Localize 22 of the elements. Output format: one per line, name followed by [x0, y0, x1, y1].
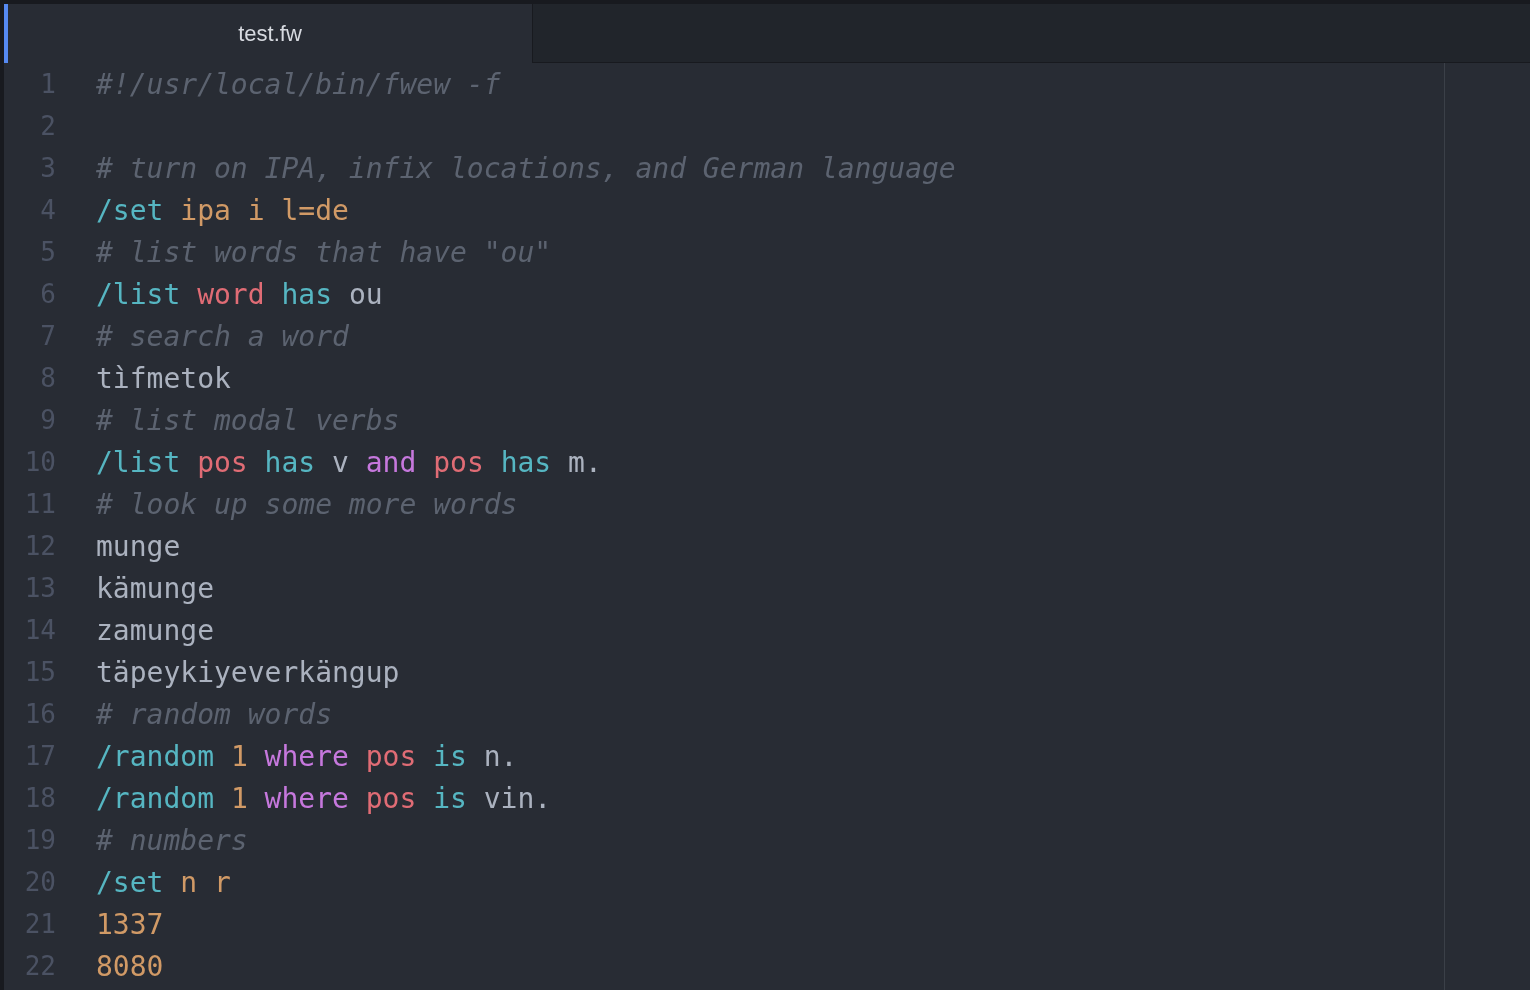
code-line: 8080: [96, 949, 164, 983]
code-comment: # random words: [96, 697, 332, 731]
code-line: 1337: [96, 907, 164, 941]
code-line: /list word has ou: [96, 277, 383, 311]
code-comment: # turn on IPA, infix locations, and German language: [96, 151, 956, 185]
code-comment: # list words that have "ou": [96, 235, 552, 269]
code-comment: # look up some more words: [96, 487, 518, 521]
code-line: /set ipa i l=de: [96, 193, 349, 227]
code-line: munge: [96, 529, 181, 563]
code-line: /random 1 where pos is n.: [96, 739, 518, 773]
code-line: kämunge: [96, 571, 214, 605]
code-line: /list pos has v and pos has m.: [96, 445, 602, 479]
code-line: zamunge: [96, 613, 214, 647]
code-line: /set n r: [96, 865, 231, 899]
code-comment: # numbers: [96, 823, 248, 857]
code-comment: #!/usr/local/bin/fwew -f: [96, 67, 501, 101]
code-line: täpeykiyeverkängup: [96, 655, 400, 689]
code-line: tìfmetok: [96, 361, 231, 395]
code-comment: # search a word: [96, 319, 349, 353]
code-comment: # list modal verbs: [96, 403, 400, 437]
file-tab[interactable]: test.fw: [4, 4, 533, 63]
code-line: /random 1 where pos is vin.: [96, 781, 552, 815]
